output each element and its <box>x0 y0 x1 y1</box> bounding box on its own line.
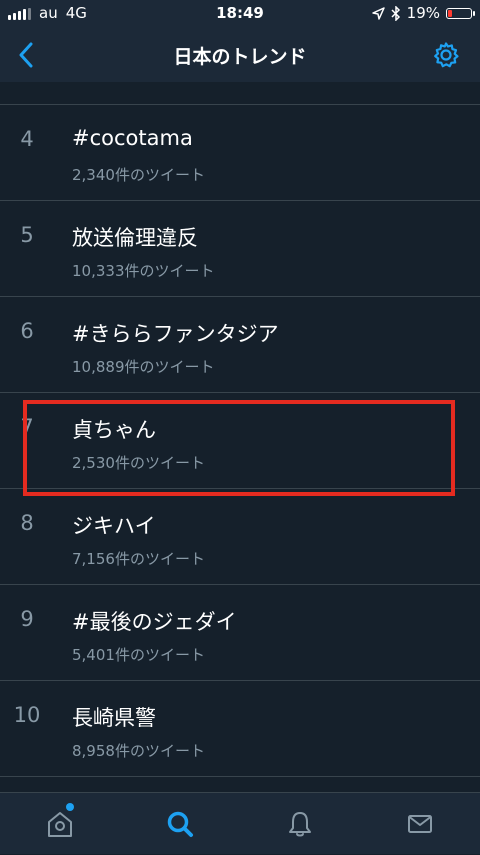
page-title: 日本のトレンド <box>173 46 307 68</box>
trend-name: #cocotama <box>72 126 193 150</box>
trend-name: ジキハイ <box>72 514 156 538</box>
location-icon <box>371 6 385 20</box>
tab-home[interactable] <box>0 793 120 855</box>
trend-rank: 10 <box>13 703 41 727</box>
trend-tweet-count: 10,889件のツイート <box>72 358 215 376</box>
gear-icon <box>434 42 459 68</box>
battery-level <box>448 9 452 17</box>
settings-button[interactable] <box>430 39 462 71</box>
home-icon <box>48 812 72 837</box>
list-top-separator <box>0 82 480 105</box>
trend-name: 長崎県警 <box>72 706 156 730</box>
trend-tweet-count: 10,333件のツイート <box>72 262 215 280</box>
trend-row[interactable]: 7 貞ちゃん 2,530件のツイート <box>0 393 480 489</box>
battery-percent: 19% <box>406 4 440 22</box>
trend-row[interactable]: 8 ジキハイ 7,156件のツイート <box>0 489 480 585</box>
trend-row[interactable]: 6 #きららファンタジア 10,889件のツイート <box>0 297 480 393</box>
trend-name: 貞ちゃん <box>72 418 156 442</box>
bluetooth-icon <box>391 5 400 21</box>
trend-tweet-count: 2,530件のツイート <box>72 454 205 472</box>
trend-tweet-count: 7,156件のツイート <box>72 550 205 568</box>
mail-icon <box>408 815 432 833</box>
status-right: 19% <box>371 4 475 22</box>
trend-tweet-count: 8,958件のツイート <box>72 742 205 760</box>
status-bar: au 4G 18:49 19% <box>0 0 480 28</box>
trend-row[interactable]: 10 長崎県警 8,958件のツイート <box>0 681 480 777</box>
tab-messages[interactable] <box>360 793 480 855</box>
tab-search[interactable] <box>120 793 240 855</box>
trend-rank: 4 <box>20 127 34 151</box>
trend-tweet-count: 5,401件のツイート <box>72 646 205 664</box>
trend-row[interactable]: 9 #最後のジェダイ 5,401件のツイート <box>0 585 480 681</box>
tab-bar <box>0 792 480 854</box>
trend-rank: 9 <box>20 607 34 631</box>
trend-row[interactable]: 5 放送倫理違反 10,333件のツイート <box>0 201 480 297</box>
trend-rank: 7 <box>20 415 34 439</box>
trend-name: #きららファンタジア <box>72 322 279 346</box>
battery-icon <box>446 7 475 19</box>
trend-rank: 6 <box>20 319 34 343</box>
trend-rank: 8 <box>20 511 34 535</box>
home-badge-dot <box>66 803 74 811</box>
trend-name: #最後のジェダイ <box>72 610 237 634</box>
trend-tweet-count: 2,340件のツイート <box>72 166 205 184</box>
tab-notifications[interactable] <box>240 793 360 855</box>
search-icon <box>167 811 193 837</box>
trend-row[interactable]: 4 #cocotama 2,340件のツイート <box>0 105 480 201</box>
bell-icon <box>289 812 311 837</box>
nav-bar: 日本のトレンド <box>0 28 480 82</box>
trend-list: 4 #cocotama 2,340件のツイート 5 放送倫理違反 10,333件… <box>0 82 480 777</box>
trend-name: 放送倫理違反 <box>72 226 198 250</box>
trend-rank: 5 <box>20 223 34 247</box>
